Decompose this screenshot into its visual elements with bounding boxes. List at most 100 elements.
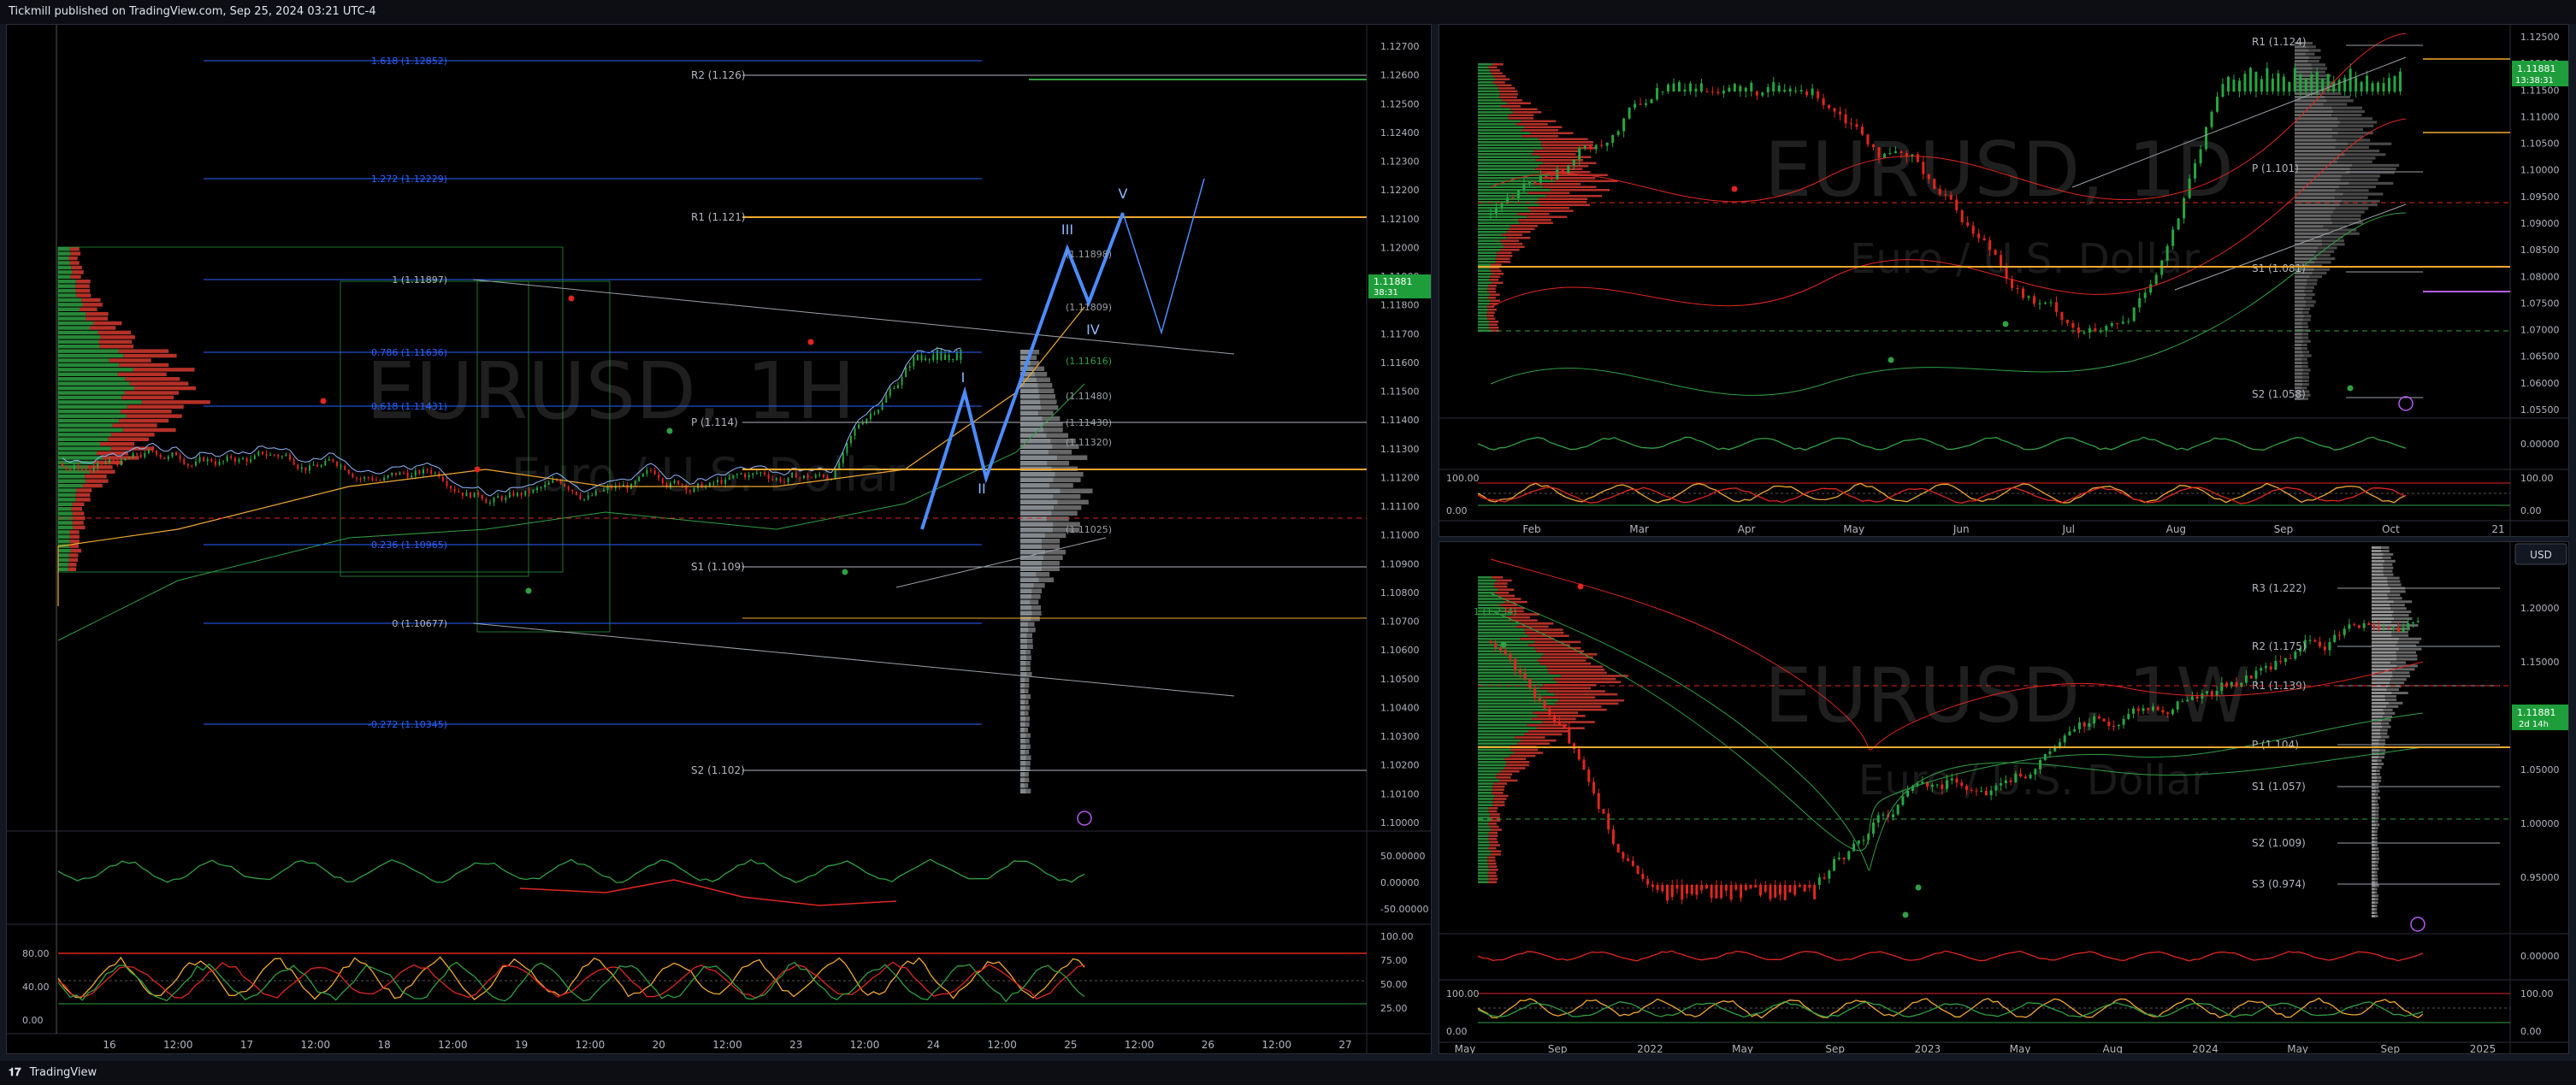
volume-profile-bar (1020, 683, 1025, 688)
volume-profile-bar (86, 312, 109, 316)
volume-profile-bar (2387, 580, 2401, 583)
price-axis-label: 1.10800 (1380, 587, 1420, 599)
volume-profile-bar (2372, 637, 2399, 640)
volume-profile-bar (1497, 773, 1513, 775)
candle (488, 502, 491, 504)
candle (250, 459, 252, 463)
volume-profile-bar (1488, 323, 1498, 326)
volume-profile-bar (2374, 887, 2378, 891)
volume-profile-bar (2375, 803, 2379, 806)
candle (925, 357, 927, 360)
candle (1975, 790, 1978, 792)
volume-profile-bar (1478, 129, 1522, 132)
volume-profile-bar (2295, 67, 2313, 70)
price-axis-label: 1.10700 (1380, 616, 1420, 628)
volume-profile-bar (1499, 779, 1518, 782)
volume-profile-bar (1524, 628, 1563, 631)
volume-profile-bar (71, 507, 82, 511)
target-label: (1.11616) (1066, 356, 1112, 367)
volume-profile-bar (1478, 748, 1511, 752)
candle (453, 488, 456, 492)
pivot-label: S1 (1.057) (2252, 781, 2306, 793)
candle (375, 480, 377, 481)
volume-profile-bar (2372, 701, 2390, 705)
volume-profile-bar (58, 498, 76, 502)
symbol-watermark: EURUSD, 1D (1764, 126, 2234, 214)
candle (2005, 268, 2008, 280)
candle (2112, 726, 2116, 728)
candle (1740, 885, 1743, 899)
volume-profile-bar (2295, 369, 2304, 372)
volume-profile-bar (2397, 640, 2419, 644)
volume-profile-bar (1478, 844, 1491, 846)
daily-chart-canvas[interactable]: EURUSD, 1DEuro / U.S. DollarR1 (1.124)P … (1439, 25, 2569, 537)
volume-profile-bar (1478, 834, 1489, 837)
volume-profile-bar (70, 274, 81, 279)
volume-profile-bar (2321, 239, 2344, 243)
volume-profile-bar (2295, 60, 2308, 63)
candle (960, 349, 962, 360)
volume-profile-bar (1478, 693, 1555, 696)
volume-profile-bar (2376, 796, 2381, 799)
candle (1494, 208, 1498, 214)
volume-profile-bar (2316, 250, 2335, 253)
volume-profile-bar (1478, 579, 1497, 582)
target-label: (1.11320) (1066, 437, 1112, 448)
volume-profile-bar (1478, 638, 1521, 640)
volume-profile-bar (2399, 647, 2422, 651)
volume-profile-bar (58, 488, 77, 492)
volume-profile-bar (1490, 850, 1502, 852)
volume-profile-bar (75, 288, 91, 293)
candle (485, 498, 487, 504)
volume-profile-bar (1478, 147, 1544, 150)
volume-profile-bar (1478, 671, 1549, 675)
volume-profile-bar (1519, 221, 1553, 224)
candle (755, 473, 758, 475)
volume-profile-bar (127, 404, 184, 409)
candle (705, 486, 707, 488)
candle (1871, 144, 1875, 148)
volume-profile-bar (1490, 293, 1500, 296)
candle (2102, 718, 2106, 722)
volume-profile-bar (2302, 351, 2310, 354)
candle (779, 478, 782, 482)
candle (73, 465, 75, 470)
volume-profile-bar (2350, 168, 2396, 171)
price-axis-label: 1.06500 (2520, 351, 2560, 363)
volume-profile-bar (1028, 628, 1036, 633)
candle (1685, 885, 1688, 894)
price-axis-label: 1.12500 (2520, 32, 2560, 43)
volume-profile-bar (1520, 638, 1555, 640)
candle (1938, 188, 1941, 195)
weekly-chart-panel[interactable]: USD EURUSD, 1W Euro / U.S. Dollar R3 (1.222… (1439, 541, 2569, 1054)
candle (1583, 145, 1586, 148)
volume-profile-bar (126, 414, 182, 418)
candle (2284, 657, 2287, 663)
volume-profile-bar (75, 492, 91, 498)
left-chart-canvas[interactable]: EURUSD, 1HEuro / U.S. Dollar1.618 (1.128… (7, 25, 1432, 1054)
volume-profile-bar (2295, 127, 2333, 131)
left-chart-panel[interactable]: EURUSD, 1H Euro / U.S. Dollar 1.618 (1.128… (6, 24, 1432, 1054)
volume-profile-bar (1521, 739, 1557, 742)
daily-chart-panel[interactable]: EURUSD, 1D Euro / U.S. Dollar R1 (1.124) P … (1439, 24, 2569, 537)
candle (2205, 127, 2208, 150)
candle (1761, 92, 1764, 96)
price-axis-label: 1.10500 (1380, 674, 1420, 685)
candle (2304, 78, 2307, 91)
brand-name[interactable]: TradingView (30, 1066, 97, 1079)
candle (2019, 773, 2023, 777)
volume-profile-bar (2295, 336, 2302, 339)
candle (2181, 701, 2184, 703)
volume-profile-bar (1488, 865, 1498, 868)
weekly-chart-canvas[interactable]: USDEURUSD, 1WEuro / U.S. DollarR3 (1.222… (1439, 542, 2569, 1054)
candle (1494, 643, 1498, 648)
candle (2216, 97, 2219, 112)
volume-profile-bar (1478, 767, 1504, 770)
volume-profile-bar (1506, 231, 1531, 233)
candle (2357, 625, 2360, 628)
volume-profile-bar (58, 428, 123, 433)
volume-profile-bar (1488, 823, 1497, 825)
volume-profile-bar (1478, 285, 1488, 287)
candle (599, 491, 601, 492)
volume-profile-bar (1478, 634, 1528, 637)
